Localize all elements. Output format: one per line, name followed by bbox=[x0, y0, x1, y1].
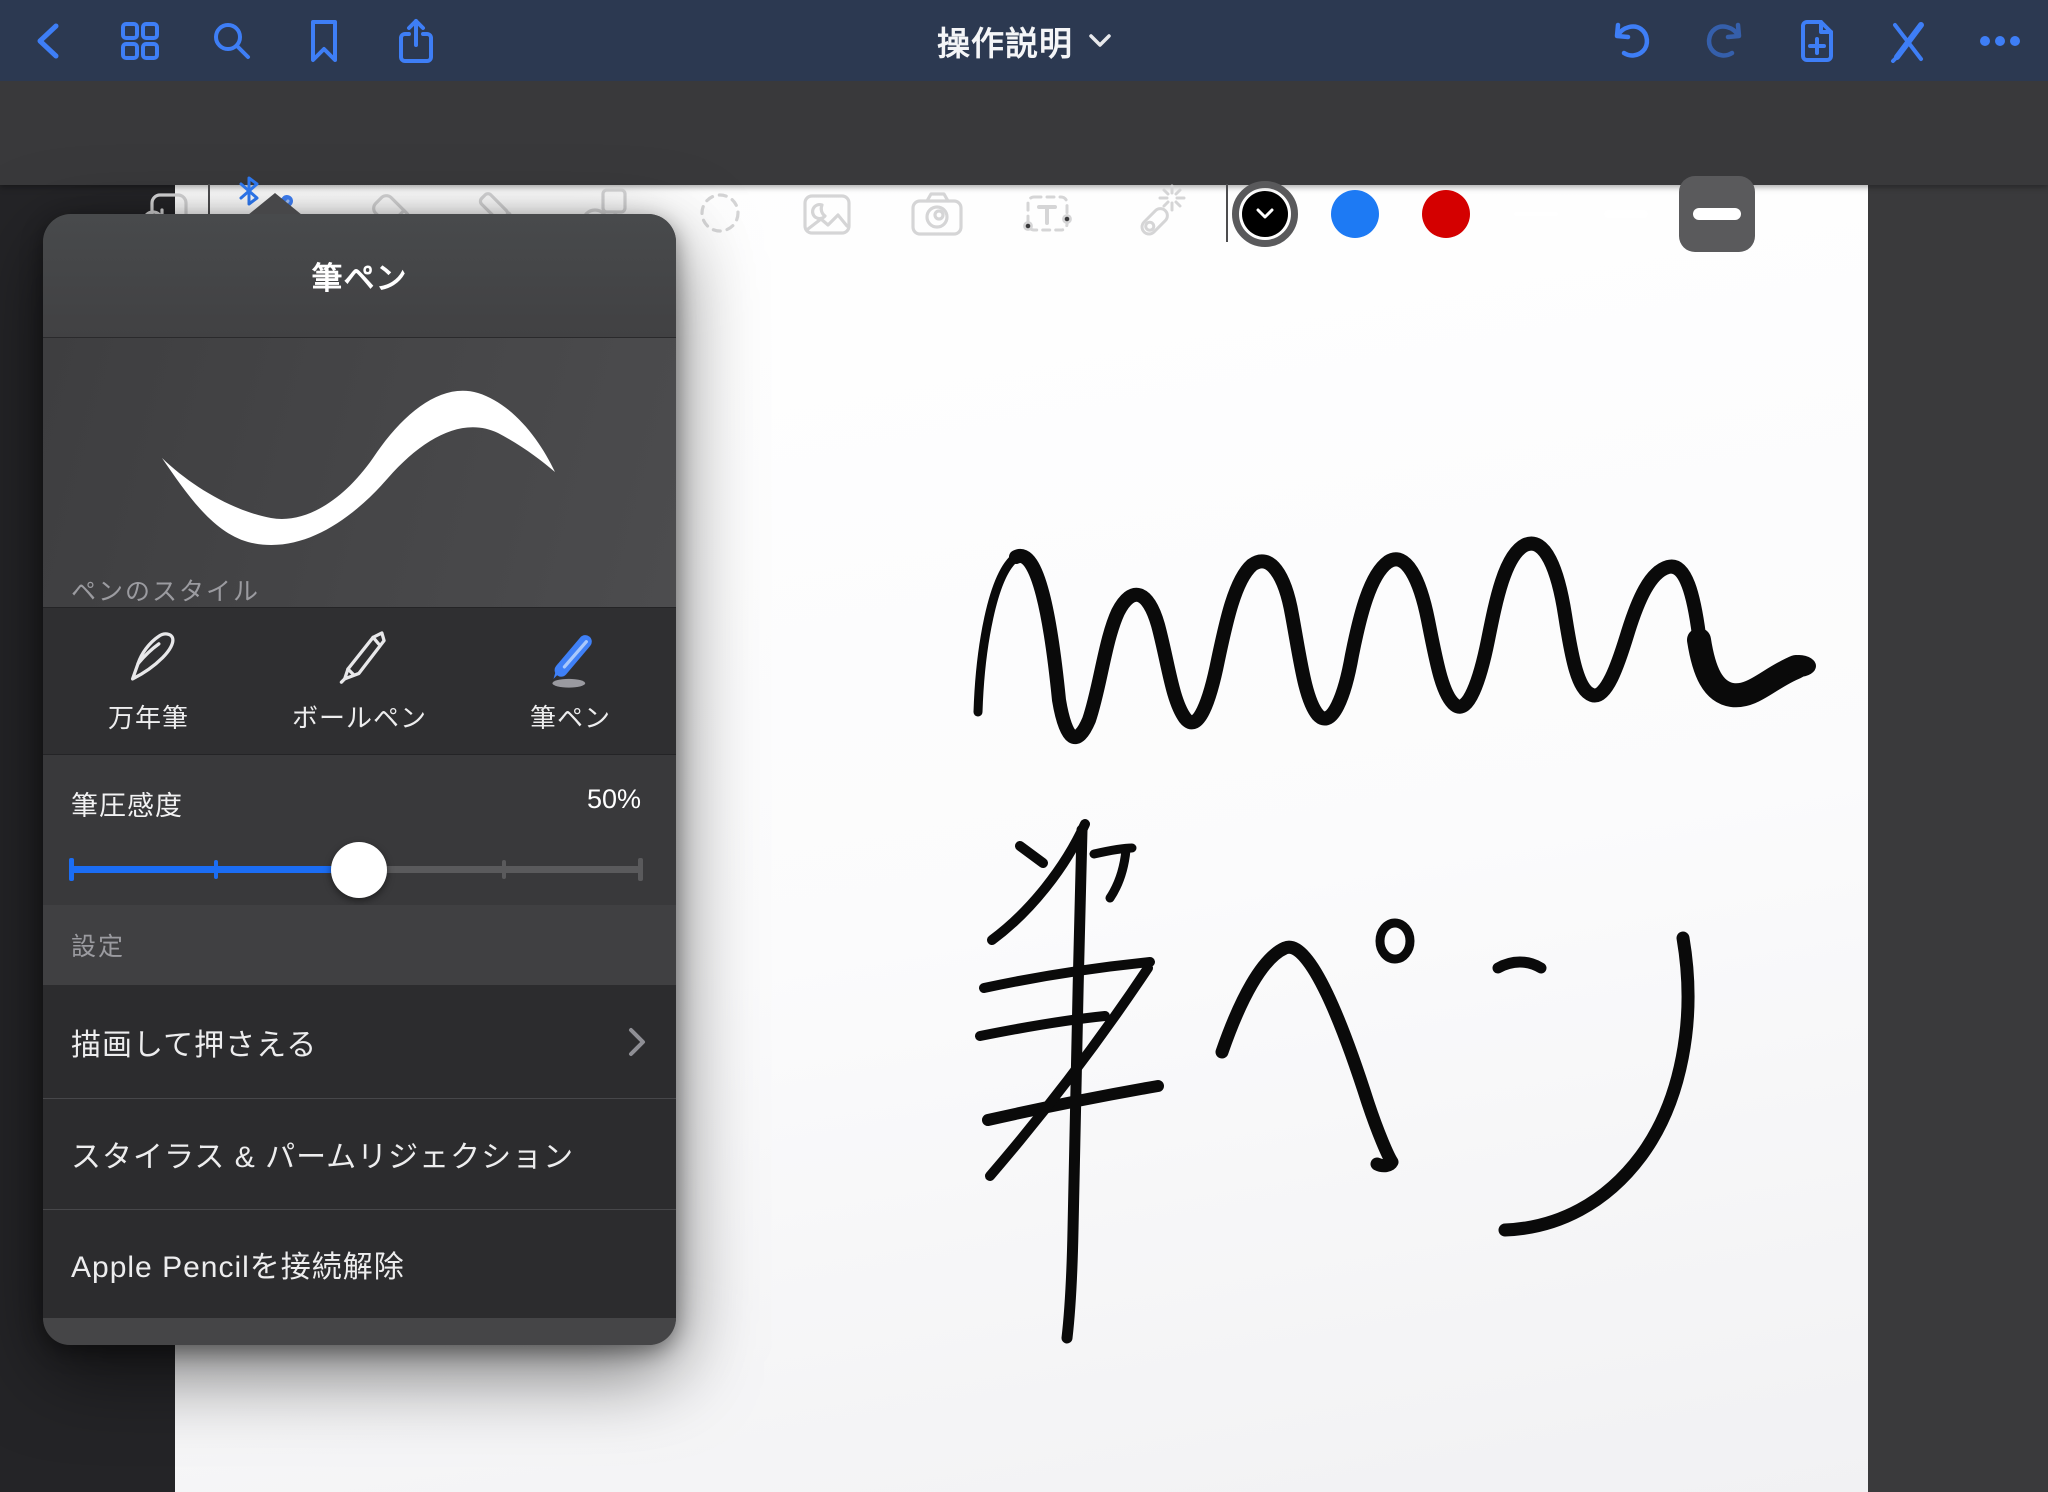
slider-tick bbox=[214, 860, 218, 879]
pressure-slider-thumb[interactable] bbox=[331, 842, 387, 898]
navigation-bar: 操作説明 bbox=[0, 0, 2048, 81]
right-margin-strip bbox=[1868, 185, 2048, 1492]
chevron-down-icon bbox=[1256, 208, 1274, 220]
pen-style-label: 筆ペン bbox=[530, 698, 611, 735]
image-tool-button[interactable] bbox=[795, 182, 859, 246]
stroke-preview bbox=[43, 338, 676, 607]
menu-item-label: スタイラス & パームリジェクション bbox=[71, 1132, 574, 1176]
pen-style-label: 万年筆 bbox=[108, 698, 189, 735]
text-icon bbox=[1015, 182, 1079, 246]
document-title-button[interactable]: 操作説明 bbox=[0, 0, 2048, 81]
pen-style-row: 万年筆 ボールペン 筆ペン bbox=[43, 607, 676, 755]
pressure-label: 筆圧感度 bbox=[71, 784, 183, 823]
settings-section-header: 設定 bbox=[43, 905, 676, 985]
ballpoint-pen-icon bbox=[325, 622, 395, 692]
color-swatch-red[interactable] bbox=[1422, 190, 1470, 238]
menu-item-disconnect-apple-pencil[interactable]: Apple Pencilを接続解除 bbox=[43, 1209, 676, 1318]
lasso-tool-button[interactable] bbox=[688, 182, 752, 246]
color-swatch-blue[interactable] bbox=[1331, 190, 1379, 238]
menu-item-stylus-palm-rejection[interactable]: スタイラス & パームリジェクション bbox=[43, 1098, 676, 1209]
camera-icon bbox=[905, 182, 969, 246]
slider-tick bbox=[502, 860, 506, 879]
popover-arrow bbox=[248, 193, 302, 215]
laser-pointer-button[interactable] bbox=[1126, 182, 1190, 246]
popover-title: 筆ペン bbox=[312, 253, 408, 298]
brush-stroke-preview bbox=[43, 338, 676, 607]
laser-pointer-icon bbox=[1126, 182, 1190, 246]
menu-item-draw-and-hold[interactable]: 描画して押さえる bbox=[43, 985, 676, 1098]
page-title: 操作説明 bbox=[937, 17, 1073, 65]
stroke-width-thin[interactable] bbox=[1498, 176, 1574, 252]
slider-tick bbox=[638, 858, 643, 881]
tools-toolbar bbox=[0, 81, 2048, 185]
settings-label: 設定 bbox=[71, 927, 125, 963]
color-swatch-black[interactable] bbox=[1232, 181, 1298, 247]
pressure-value: 50% bbox=[587, 784, 641, 815]
pen-style-ballpoint[interactable]: ボールペン bbox=[254, 608, 465, 755]
fountain-pen-icon bbox=[114, 622, 184, 692]
text-tool-button[interactable] bbox=[1015, 182, 1079, 246]
stroke-width-thick[interactable] bbox=[1679, 176, 1755, 252]
pen-style-fountain[interactable]: 万年筆 bbox=[43, 608, 254, 755]
pen-style-section-label: ペンのスタイル bbox=[71, 572, 260, 608]
chevron-down-icon bbox=[1089, 34, 1111, 48]
stroke-width-medium[interactable] bbox=[1588, 176, 1664, 252]
menu-item-label: Apple Pencilを接続解除 bbox=[71, 1242, 405, 1286]
chevron-right-icon bbox=[628, 1027, 646, 1057]
pen-style-label: ボールペン bbox=[292, 698, 427, 735]
pen-style-brush[interactable]: 筆ペン bbox=[465, 608, 676, 755]
popover-header: 筆ペン bbox=[43, 214, 676, 338]
camera-tool-button[interactable] bbox=[905, 182, 969, 246]
slider-tick bbox=[69, 858, 74, 881]
popover-footer bbox=[43, 1318, 676, 1345]
brush-pen-icon bbox=[536, 622, 606, 692]
toolbar-divider bbox=[1226, 184, 1228, 242]
image-icon bbox=[795, 182, 859, 246]
pen-settings-popover: 筆ペン ペンのスタイル 万年筆 ボールペン bbox=[43, 214, 676, 1345]
menu-item-label: 描画して押さえる bbox=[71, 1020, 317, 1064]
lasso-icon bbox=[688, 182, 752, 246]
